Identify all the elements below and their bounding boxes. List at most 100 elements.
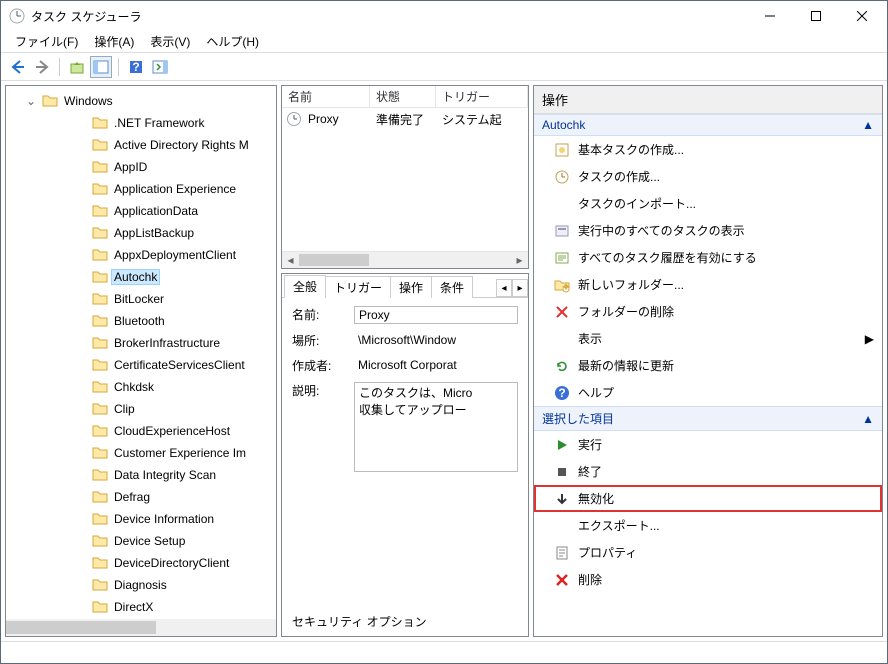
scroll-left-icon[interactable]: ◂	[282, 252, 299, 268]
menu-file[interactable]: ファイル(F)	[7, 31, 86, 52]
blank-icon	[554, 196, 570, 212]
tree-node[interactable]: Device Information	[16, 508, 276, 530]
menu-view[interactable]: 表示(V)	[142, 31, 198, 52]
tree-label: BitLocker	[112, 292, 166, 306]
maximize-button[interactable]	[793, 1, 839, 31]
action-label: 実行	[578, 436, 602, 453]
col-name[interactable]: 名前	[282, 86, 370, 107]
middle-pane: 名前 状態 トリガー Proxy 準備完了 システム起 ◂ ▸	[281, 85, 529, 637]
list-scrollbar[interactable]: ◂ ▸	[282, 251, 528, 268]
tab-conditions[interactable]: 条件	[431, 276, 473, 298]
action-item[interactable]: 実行	[534, 431, 882, 458]
tab-scroll-right[interactable]: ▸	[512, 279, 528, 297]
scroll-right-icon[interactable]: ▸	[511, 252, 528, 268]
back-button[interactable]	[7, 56, 29, 78]
tree-node[interactable]: AppID	[16, 156, 276, 178]
name-value: Proxy	[354, 306, 518, 324]
action-item[interactable]: 実行中のすべてのタスクの表示	[534, 217, 882, 244]
collapse-icon[interactable]: ⌄	[26, 94, 40, 108]
action-item[interactable]: ✦新しいフォルダー...	[534, 271, 882, 298]
task-trigger: システム起	[436, 110, 528, 129]
action-item[interactable]: 無効化	[534, 485, 882, 512]
tree-node[interactable]: CertificateServicesClient	[16, 354, 276, 376]
disable-icon	[554, 491, 570, 507]
window-title: タスク スケジューラ	[31, 8, 747, 25]
folder-icon	[92, 115, 108, 131]
action-item[interactable]: 終了	[534, 458, 882, 485]
col-trigger[interactable]: トリガー	[436, 86, 528, 107]
props-icon	[554, 545, 570, 561]
list-header: 名前 状態 トリガー	[282, 86, 528, 108]
tree-node[interactable]: DirectX	[16, 596, 276, 618]
tab-scroll-left[interactable]: ◂	[496, 279, 512, 297]
location-value: \Microsoft\Window	[354, 332, 518, 348]
tree-node[interactable]: CloudExperienceHost	[16, 420, 276, 442]
tab-actions[interactable]: 操作	[390, 276, 432, 298]
tree-node[interactable]: Device Setup	[16, 530, 276, 552]
location-label: 場所:	[292, 332, 342, 349]
tree-scrollbar[interactable]	[6, 619, 276, 636]
tree-node[interactable]: BitLocker	[16, 288, 276, 310]
actions-group-selected[interactable]: 選択した項目 ▲	[534, 406, 882, 431]
close-button[interactable]	[839, 1, 885, 31]
forward-button[interactable]	[31, 56, 53, 78]
tree-node[interactable]: AppxDeploymentClient	[16, 244, 276, 266]
action-item[interactable]: フォルダーの削除	[534, 298, 882, 325]
actions-group-autochk[interactable]: Autochk ▲	[534, 114, 882, 136]
action-label: ヘルプ	[578, 384, 614, 401]
action-pane-button[interactable]	[149, 56, 171, 78]
tree-node[interactable]: Autochk	[16, 266, 276, 288]
blank-icon	[554, 518, 570, 534]
action-label: フォルダーの削除	[578, 303, 674, 320]
help-button[interactable]: ?	[125, 56, 147, 78]
action-item[interactable]: 基本タスクの作成...	[534, 136, 882, 163]
tree-node[interactable]: Application Experience	[16, 178, 276, 200]
tree-node[interactable]: Diagnosis	[16, 574, 276, 596]
action-item[interactable]: 削除	[534, 566, 882, 593]
tree-node[interactable]: ApplicationData	[16, 200, 276, 222]
tab-triggers[interactable]: トリガー	[325, 276, 391, 298]
menu-help[interactable]: ヘルプ(H)	[198, 31, 267, 52]
minimize-button[interactable]	[747, 1, 793, 31]
tab-general[interactable]: 全般	[284, 275, 326, 298]
action-item[interactable]: 最新の情報に更新	[534, 352, 882, 379]
up-button[interactable]	[66, 56, 88, 78]
svg-text:✦: ✦	[561, 280, 570, 293]
folder-tree[interactable]: ⌄ Windows .NET FrameworkActive Directory…	[6, 86, 276, 619]
task-list[interactable]: 名前 状態 トリガー Proxy 準備完了 システム起 ◂ ▸	[281, 85, 529, 269]
tree-node-windows[interactable]: ⌄ Windows	[16, 90, 276, 112]
action-item[interactable]: すべてのタスク履歴を有効にする	[534, 244, 882, 271]
folder-icon	[92, 313, 108, 329]
tree-node[interactable]: Data Integrity Scan	[16, 464, 276, 486]
action-item[interactable]: 表示▶	[534, 325, 882, 352]
tree-node[interactable]: Clip	[16, 398, 276, 420]
folder-icon	[92, 445, 108, 461]
tree-node[interactable]: Chkdsk	[16, 376, 276, 398]
folder-icon	[92, 269, 108, 285]
folder-icon	[92, 203, 108, 219]
show-hide-tree-button[interactable]	[90, 56, 112, 78]
action-label: タスクの作成...	[578, 168, 660, 185]
delete-x-icon	[554, 304, 570, 320]
tree-node[interactable]: AppListBackup	[16, 222, 276, 244]
action-item[interactable]: タスクの作成...	[534, 163, 882, 190]
action-item[interactable]: プロパティ	[534, 539, 882, 566]
folder-icon	[92, 577, 108, 593]
tree-node[interactable]: BrokerInfrastructure	[16, 332, 276, 354]
folder-icon	[42, 93, 58, 109]
tree-node[interactable]: Active Directory Rights M	[16, 134, 276, 156]
action-item[interactable]: エクスポート...	[534, 512, 882, 539]
task-create-icon	[554, 169, 570, 185]
menu-action[interactable]: 操作(A)	[86, 31, 142, 52]
tree-node[interactable]: .NET Framework	[16, 112, 276, 134]
tree-node[interactable]: Defrag	[16, 486, 276, 508]
task-row[interactable]: Proxy 準備完了 システム起	[282, 108, 528, 130]
col-status[interactable]: 状態	[370, 86, 436, 107]
tree-node[interactable]: DeviceDirectoryClient	[16, 552, 276, 574]
tree-node[interactable]: Customer Experience Im	[16, 442, 276, 464]
tree-label: CertificateServicesClient	[112, 358, 247, 372]
running-icon	[554, 223, 570, 239]
action-item[interactable]: ?ヘルプ	[534, 379, 882, 406]
tree-node[interactable]: Bluetooth	[16, 310, 276, 332]
action-item[interactable]: タスクのインポート...	[534, 190, 882, 217]
